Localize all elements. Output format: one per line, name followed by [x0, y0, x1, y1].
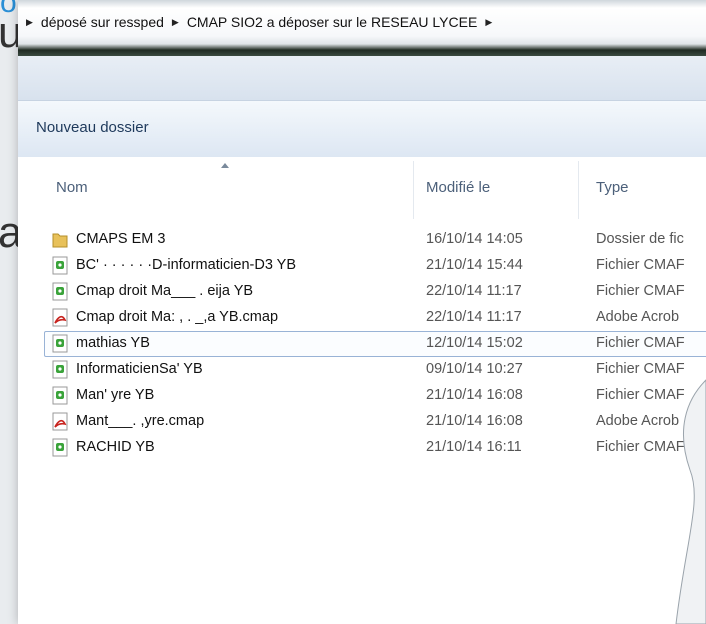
file-name: Mant___. ,yre.cmap [76, 413, 205, 429]
file-modified-date: 21/10/14 15:44 [426, 257, 523, 273]
file-modified-date: 22/10/14 11:17 [426, 283, 522, 299]
breadcrumb-chevron-icon[interactable]: ▶ [26, 17, 33, 28]
column-header-name[interactable]: Nom [56, 179, 88, 196]
sort-arrow-icon [221, 163, 229, 168]
file-rows: CMAPS EM 3 16/10/14 14:05 Dossier de fic BC… [18, 227, 706, 461]
toolbar-band [18, 56, 706, 100]
explorer-window: ▶ déposé sur ressped ▶ CMAP SIO2 a dépos… [18, 0, 706, 624]
address-bar[interactable]: ▶ déposé sur ressped ▶ CMAP SIO2 a dépos… [18, 0, 706, 56]
column-header-type[interactable]: Type [596, 179, 629, 196]
file-modified-date: 09/10/14 10:27 [426, 361, 523, 377]
file-list: Nom Modifié le Type CMAPS EM 3 16/10/14 1… [18, 157, 706, 624]
column-header-row: Nom Modifié le Type [18, 157, 706, 219]
command-bar: Nouveau dossier [18, 100, 706, 158]
file-modified-date: 22/10/14 11:17 [426, 309, 522, 325]
file-row[interactable]: mathias YB 12/10/14 15:02 Fichier CMAF [18, 331, 706, 357]
pdf-file-icon [52, 308, 68, 327]
cmap-file-icon [52, 334, 68, 353]
breadcrumb-item[interactable]: déposé sur ressped [41, 14, 164, 30]
file-modified-date: 21/10/14 16:08 [426, 413, 523, 429]
cmap-file-icon [52, 282, 68, 301]
file-modified-date: 21/10/14 16:08 [426, 387, 523, 403]
file-row[interactable]: Cmap droit Ma___ . eija YB 22/10/14 11:17… [18, 279, 706, 305]
file-name: Man' yre YB [76, 387, 155, 403]
file-modified-date: 16/10/14 14:05 [426, 231, 523, 247]
column-divider[interactable] [578, 161, 579, 219]
file-modified-date: 12/10/14 15:02 [426, 335, 523, 351]
breadcrumb-chevron-icon[interactable]: ▶ [485, 17, 492, 28]
file-name: mathias YB [76, 335, 150, 351]
folder-icon [52, 230, 68, 249]
column-header-date[interactable]: Modifié le [426, 179, 490, 196]
cmap-file-icon [52, 386, 68, 405]
breadcrumb-chevron-icon[interactable]: ▶ [172, 17, 179, 28]
file-row[interactable]: InformaticienSa' YB 09/10/14 10:27 Fichier… [18, 357, 706, 383]
cmap-file-icon [52, 360, 68, 379]
file-modified-date: 21/10/14 16:11 [426, 439, 522, 455]
cmap-file-icon [52, 256, 68, 275]
file-row[interactable]: RACHID YB 21/10/14 16:11 Fichier CMAF [18, 435, 706, 461]
pdf-file-icon [52, 412, 68, 431]
file-row[interactable]: Man' yre YB 21/10/14 16:08 Fichier CMAF [18, 383, 706, 409]
file-name: InformaticienSa' YB [76, 361, 203, 377]
file-row[interactable]: BC' · · · · · ·D-informaticien-D3 YB 21/1… [18, 253, 706, 279]
edge-decoration [675, 379, 706, 624]
file-name: RACHID YB [76, 439, 155, 455]
file-name: BC' · · · · · ·D-informaticien-D3 YB [76, 257, 297, 273]
column-divider[interactable] [413, 161, 414, 219]
file-row[interactable]: Cmap droit Ma: , . _,a YB.cmap 22/10/14 1… [18, 305, 706, 331]
file-row[interactable]: CMAPS EM 3 16/10/14 14:05 Dossier de fic [18, 227, 706, 253]
file-name: CMAPS EM 3 [76, 231, 166, 247]
new-folder-button[interactable]: Nouveau dossier [36, 119, 149, 136]
breadcrumb-item[interactable]: CMAP SIO2 a déposer sur le RESEAU LYCEE [187, 14, 478, 30]
cmap-file-icon [52, 438, 68, 457]
file-row[interactable]: Mant___. ,yre.cmap 21/10/14 16:08 Adobe Ac… [18, 409, 706, 435]
breadcrumb: ▶ déposé sur ressped ▶ CMAP SIO2 a dépos… [18, 10, 500, 34]
file-name: Cmap droit Ma: , . _,a YB.cmap [76, 309, 279, 325]
file-name: Cmap droit Ma___ . eija YB [76, 283, 254, 299]
